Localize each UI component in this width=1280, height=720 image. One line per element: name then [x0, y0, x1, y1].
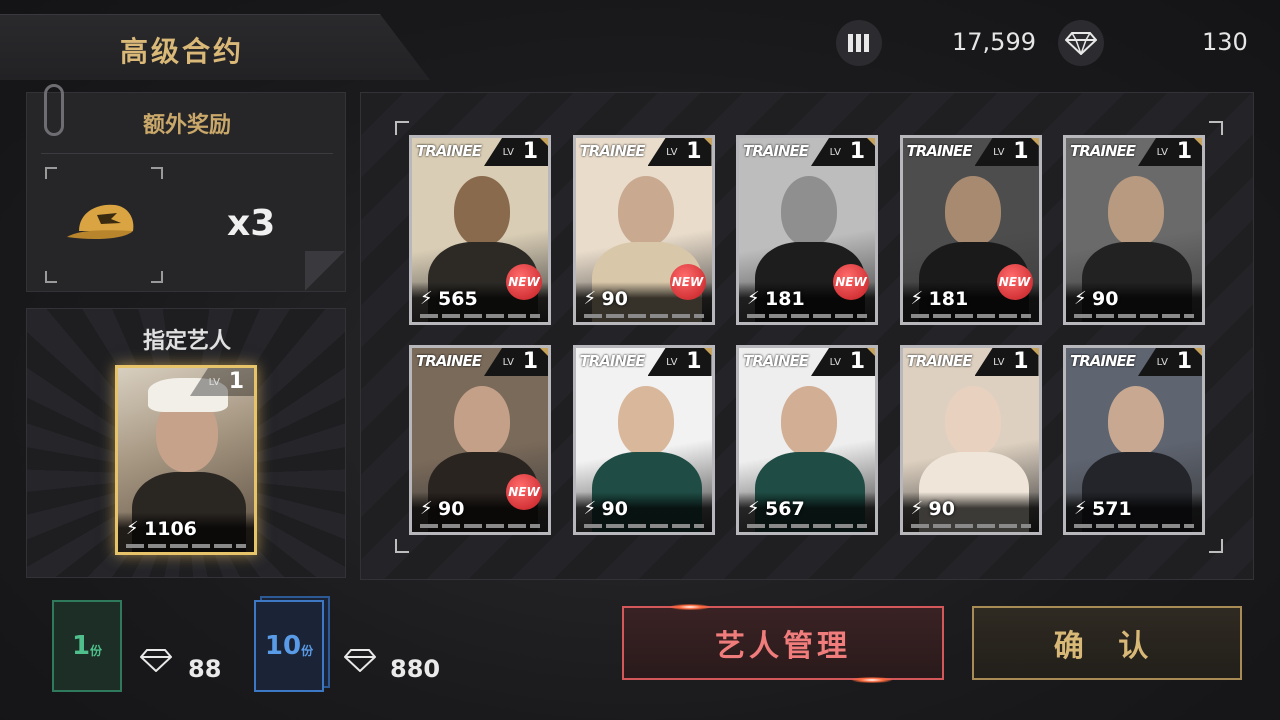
pack-1-draw[interactable]: 1份 [52, 600, 122, 692]
artist-card[interactable]: TRAINEE LV 1 ⚡ 90 [899, 345, 1042, 535]
power-icon: ⚡ [747, 498, 760, 519]
trainee-logo: TRAINEE [906, 352, 973, 370]
stamina-bars-icon[interactable] [836, 20, 882, 66]
power-icon: ⚡ [747, 288, 760, 309]
artist-card[interactable]: TRAINEE LV 1 ⚡ 90 [572, 345, 715, 535]
power-icon: ⚡ [583, 288, 597, 309]
star-progress [420, 314, 540, 318]
power-icon: ⚡ [420, 288, 433, 309]
artist-card[interactable]: TRAINEE LV 1 ⚡ 90 NEW [409, 345, 551, 535]
star-progress [420, 524, 540, 528]
card-results-panel: TRAINEE LV 1 ⚡ 565 NEW TRAINEE LV 1 ⚡ 90 NEW TRAINEE… [360, 92, 1254, 580]
card-level: 1 [522, 139, 538, 164]
artist-card[interactable]: TRAINEE LV 1 ⚡ 90 NEW [572, 135, 715, 325]
power-icon: ⚡ [910, 498, 924, 519]
star-progress [583, 524, 704, 528]
trainee-logo: TRAINEE [416, 352, 482, 370]
card-power: 90 [438, 498, 465, 520]
paperclip-icon [44, 84, 64, 136]
designated-artist-card[interactable]: LV 1 ⚡ 1106 [115, 365, 257, 555]
star-progress [126, 544, 246, 548]
card-level: 1 [686, 139, 702, 164]
trainee-logo: TRAINEE [416, 142, 482, 160]
currency-diamond-value: 130 [1202, 28, 1248, 56]
new-badge: NEW [506, 474, 542, 510]
star-progress [1074, 314, 1194, 318]
star-progress [1074, 524, 1194, 528]
page-fold-decoration [305, 251, 345, 291]
card-power: 181 [928, 288, 969, 310]
power-icon: ⚡ [1074, 498, 1087, 519]
card-level: 1 [1176, 349, 1192, 374]
star-progress [747, 314, 867, 318]
star-progress [910, 524, 1031, 528]
bonus-item-slot[interactable] [45, 167, 163, 283]
designated-artist-panel: 指定艺人 LV 1 ⚡ 1106 [26, 308, 346, 578]
star-progress [910, 314, 1031, 318]
card-power: 90 [601, 288, 628, 310]
pack-10-price: 880 [390, 655, 441, 683]
power-icon: ⚡ [126, 518, 139, 539]
diamond-icon[interactable] [1058, 20, 1104, 66]
card-power: 567 [765, 498, 805, 520]
card-power: 90 [928, 498, 955, 520]
card-power: 90 [1092, 288, 1119, 310]
pack-1-price: 88 [188, 655, 222, 683]
star-progress [747, 524, 867, 528]
artist-card[interactable]: TRAINEE LV 1 ⚡ 90 [1063, 135, 1205, 325]
bonus-reward-panel: 额外奖励 x3 [26, 92, 346, 292]
card-power: 565 [438, 288, 478, 310]
card-power: 571 [1092, 498, 1132, 520]
currency-gold-value: 17,599 [952, 28, 1036, 56]
new-badge: NEW [833, 264, 869, 300]
artist-card[interactable]: TRAINEE LV 1 ⚡ 565 NEW [409, 135, 551, 325]
new-badge: NEW [506, 264, 542, 300]
card-level: 1 [686, 349, 702, 374]
card-level: 1 [522, 349, 538, 374]
trainee-logo: TRAINEE [743, 142, 809, 160]
artist-card[interactable]: TRAINEE LV 1 ⚡ 567 [736, 345, 878, 535]
power-icon: ⚡ [420, 498, 433, 519]
page-title: 高级合约 [120, 35, 245, 68]
pack-10-draw[interactable]: 10 份 [254, 596, 330, 692]
trainee-logo: TRAINEE [1070, 142, 1136, 160]
designated-artist-title: 指定艺人 [142, 329, 231, 354]
new-badge: NEW [996, 264, 1033, 300]
card-level: 1 [849, 349, 865, 374]
star-progress [583, 314, 704, 318]
top-bar: 高级合约 17,599 130 [0, 0, 1280, 84]
diamond-icon [140, 649, 172, 672]
card-power: 181 [765, 288, 805, 310]
new-badge: NEW [669, 264, 706, 300]
pack-1-count: 1 [71, 631, 91, 661]
artist-card[interactable]: TRAINEE LV 1 ⚡ 571 [1063, 345, 1205, 535]
power-icon: ⚡ [910, 288, 924, 309]
card-level: 1 [228, 369, 244, 394]
card-level: 1 [1013, 349, 1029, 374]
card-level: 1 [1176, 139, 1192, 164]
artist-management-button[interactable]: 艺人管理 [622, 606, 944, 680]
card-power: 90 [601, 498, 628, 520]
card-level: 1 [1013, 139, 1029, 164]
artist-card[interactable]: TRAINEE LV 1 ⚡ 181 NEW [736, 135, 878, 325]
confirm-button[interactable]: 确 认 [972, 606, 1242, 680]
trainee-logo: TRAINEE [579, 352, 646, 370]
button-flare [852, 677, 892, 683]
pack-10-count: 10 [264, 631, 302, 661]
trainee-logo: TRAINEE [906, 142, 973, 160]
button-flare [670, 604, 710, 610]
trainee-logo: TRAINEE [1070, 352, 1136, 370]
divider [41, 153, 333, 154]
card-level: 1 [849, 139, 865, 164]
trainee-logo: TRAINEE [579, 142, 646, 160]
artist-card[interactable]: TRAINEE LV 1 ⚡ 181 NEW [899, 135, 1042, 325]
bonus-reward-title: 额外奖励 [142, 113, 231, 138]
power-icon: ⚡ [583, 498, 597, 519]
trainee-logo: TRAINEE [743, 352, 809, 370]
diamond-icon [344, 649, 376, 672]
bonus-quantity: x3 [227, 203, 276, 244]
power-icon: ⚡ [1074, 288, 1087, 309]
cap-icon [67, 204, 134, 239]
card-power: 1106 [144, 518, 197, 540]
